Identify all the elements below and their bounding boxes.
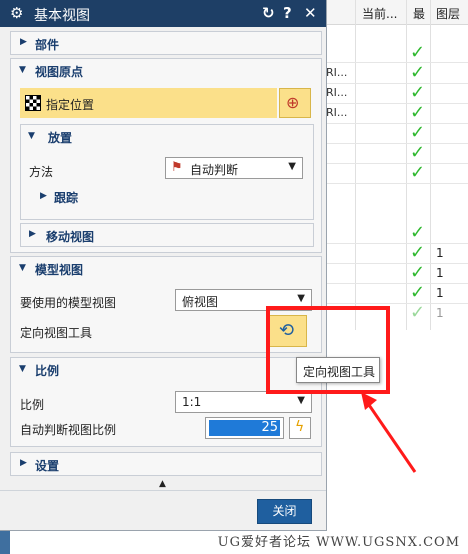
close-button[interactable]: 关闭: [257, 499, 312, 524]
method-dropdown[interactable]: ⚑ 自动判断 ▼: [165, 157, 303, 179]
specify-location-row[interactable]: 指定位置: [20, 88, 277, 118]
table-row[interactable]: [322, 283, 468, 304]
layer-number: 1: [436, 266, 444, 280]
model-view-to-use-label: 要使用的模型视图: [20, 296, 117, 310]
chevron-right-icon[interactable]: ▶: [20, 37, 27, 47]
specify-location-label: 指定位置: [46, 98, 95, 112]
auto-scale-value: 25: [261, 420, 278, 435]
chevron-down-icon: ▼: [297, 293, 305, 304]
section-settings[interactable]: ▶ 设置: [10, 452, 322, 476]
check-icon: ✓: [410, 222, 426, 243]
model-view-value: 俯视图: [182, 295, 219, 309]
chevron-right-icon[interactable]: ▶: [29, 229, 36, 239]
auto-scale-button[interactable]: ϟ: [289, 417, 311, 439]
row-name: RI...: [326, 66, 348, 79]
section-view-origin-title[interactable]: 视图原点: [35, 63, 83, 80]
table-row[interactable]: [322, 263, 468, 284]
table-header: 当前... 最 图层: [322, 0, 468, 25]
track-title[interactable]: 跟踪: [54, 189, 78, 206]
header-layer[interactable]: 图层: [436, 5, 460, 22]
checker-flag-icon: [25, 95, 41, 111]
settings-title[interactable]: 设置: [35, 457, 59, 474]
auto-scale-field[interactable]: 25: [205, 417, 284, 439]
check-icon: ✓: [410, 262, 426, 283]
table-row[interactable]: [322, 163, 468, 184]
scale-dropdown[interactable]: 1:1 ▼: [175, 391, 312, 413]
header-latest[interactable]: 最: [413, 5, 425, 22]
scale-label: 比例: [20, 398, 45, 412]
table-row[interactable]: [322, 243, 468, 264]
model-view-title[interactable]: 模型视图: [35, 261, 83, 278]
row-name: RI...: [326, 86, 348, 99]
chevron-down-icon[interactable]: ▼: [19, 65, 26, 75]
close-icon[interactable]: ✕: [304, 4, 317, 22]
scale-title[interactable]: 比例: [35, 362, 59, 379]
section-parts-title[interactable]: 部件: [35, 36, 59, 53]
scale-value: 1:1: [182, 395, 202, 409]
check-icon: ✓: [410, 62, 426, 83]
check-icon: ✓: [410, 122, 426, 143]
chevron-down-icon[interactable]: ▼: [28, 131, 35, 141]
check-icon: ✓: [410, 162, 426, 183]
dialog-title: 基本视图: [34, 8, 90, 24]
header-current[interactable]: 当前...: [362, 5, 397, 22]
check-icon: ✓: [410, 282, 426, 303]
table-row[interactable]: [322, 143, 468, 164]
chevron-down-icon[interactable]: ▼: [19, 263, 26, 273]
collapse-arrow-icon[interactable]: ▲: [159, 479, 166, 489]
table-row[interactable]: [322, 223, 468, 244]
check-icon: ✓: [410, 82, 426, 103]
basic-view-dialog: ⚙ 基本视图 ↻ ? ✕ ▶ 部件 ▼ 视图原点 指定位置 ⊕ ▼ 放置 方法 …: [0, 0, 327, 531]
layer-number: 1: [436, 286, 444, 300]
chevron-down-icon: ▼: [297, 395, 305, 406]
layer-number: 1: [436, 306, 444, 320]
table-row[interactable]: [322, 42, 468, 63]
footer-divider: [0, 490, 326, 491]
point-dialog-button[interactable]: ⊕: [279, 88, 311, 118]
lightning-icon: ϟ: [295, 419, 305, 435]
method-value: 自动判断: [190, 163, 239, 177]
section-view-origin: ▼ 视图原点 指定位置 ⊕ ▼ 放置 方法 ⚑ 自动判断 ▼ ▶ 跟踪 ▶ 移动…: [10, 58, 322, 253]
check-icon: ✓: [410, 102, 426, 123]
orient-view-tool-label: 定向视图工具: [20, 326, 93, 340]
dialog-titlebar[interactable]: ⚙ 基本视图 ↻ ? ✕: [0, 0, 326, 27]
point-constructor-icon: ⊕: [286, 93, 300, 112]
layer-number: 1: [436, 246, 444, 260]
table-row[interactable]: [322, 123, 468, 144]
reset-icon[interactable]: ↻: [262, 4, 275, 22]
annotation-arrow: [361, 392, 417, 473]
placement-title[interactable]: 放置: [48, 129, 72, 146]
auto-scale-label: 自动判断视图比例: [20, 423, 117, 437]
gear-icon[interactable]: ⚙: [10, 4, 23, 22]
row-name: RI...: [326, 106, 348, 119]
subsection-placement: ▼ 放置 方法 ⚑ 自动判断 ▼ ▶ 跟踪: [20, 124, 314, 220]
watermark: UG爱好者论坛 WWW.UGSNX.COM: [217, 535, 460, 550]
chevron-right-icon[interactable]: ▶: [40, 191, 47, 201]
auto-infer-icon: ⚑: [171, 160, 183, 175]
help-button[interactable]: ?: [283, 4, 292, 22]
section-parts[interactable]: ▶ 部件: [10, 31, 322, 55]
check-icon: ✓: [410, 142, 426, 163]
move-view-title[interactable]: 移动视图: [46, 228, 94, 245]
check-icon: ✓: [410, 42, 426, 63]
annotation-highlight-box: [266, 306, 390, 394]
chevron-down-icon[interactable]: ▼: [19, 364, 26, 374]
check-icon: ✓: [410, 242, 426, 263]
check-icon: ✓: [410, 302, 426, 323]
chevron-down-icon: ▼: [288, 161, 296, 172]
method-label: 方法: [29, 165, 54, 179]
subsection-move-view[interactable]: ▶ 移动视图: [20, 223, 314, 247]
chevron-right-icon[interactable]: ▶: [20, 458, 27, 468]
